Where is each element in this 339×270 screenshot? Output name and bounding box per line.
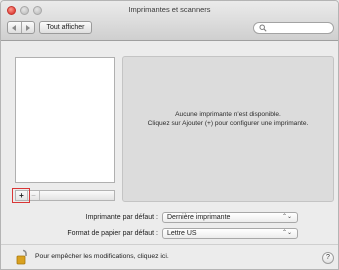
no-printer-message-line1: Aucune imprimante n'est disponible.: [175, 111, 281, 118]
forward-button[interactable]: [22, 22, 35, 33]
search-field[interactable]: [253, 22, 334, 34]
back-forward-control: [7, 21, 35, 34]
show-all-button[interactable]: Tout afficher: [39, 21, 92, 34]
lock-message[interactable]: Pour empêcher les modifications, cliquez…: [35, 253, 169, 260]
no-printer-message-line2: Cliquez sur Ajouter (+) pour configurer …: [147, 119, 309, 127]
printers-list[interactable]: [15, 57, 115, 183]
popup-arrows-icon: ⌃⌄: [281, 214, 292, 220]
add-printer-button[interactable]: +: [16, 191, 28, 200]
remove-printer-button[interactable]: −: [28, 191, 40, 200]
paper-format-value: Lettre US: [167, 230, 197, 237]
footer-divider: [1, 244, 338, 245]
chevron-right-icon: [26, 24, 31, 31]
printer-list-tools: + −: [15, 190, 115, 201]
default-printer-value: Dernière imprimante: [167, 214, 231, 221]
no-printer-message: Aucune imprimante n'est disponible. Cliq…: [123, 111, 333, 128]
paper-format-popup[interactable]: Lettre US ⌃⌄: [162, 228, 298, 239]
search-icon: [259, 24, 267, 32]
title-bar: Imprimantes et scanners Tout afficher: [1, 1, 338, 41]
help-button[interactable]: ?: [322, 252, 334, 264]
back-button[interactable]: [8, 22, 22, 33]
popup-arrows-icon: ⌃⌄: [281, 230, 292, 236]
chevron-left-icon: [11, 24, 16, 31]
printers-scanners-window: Imprimantes et scanners Tout afficher + …: [0, 0, 339, 270]
default-printer-label: Imprimante par défaut :: [85, 214, 158, 221]
paper-format-label: Format de papier par défaut :: [67, 230, 158, 237]
default-printer-popup[interactable]: Dernière imprimante ⌃⌄: [162, 212, 298, 223]
window-title: Imprimantes et scanners: [128, 5, 211, 14]
printer-detail-panel: Aucune imprimante n'est disponible. Cliq…: [122, 56, 334, 202]
unlocked-padlock-icon[interactable]: [16, 249, 30, 265]
